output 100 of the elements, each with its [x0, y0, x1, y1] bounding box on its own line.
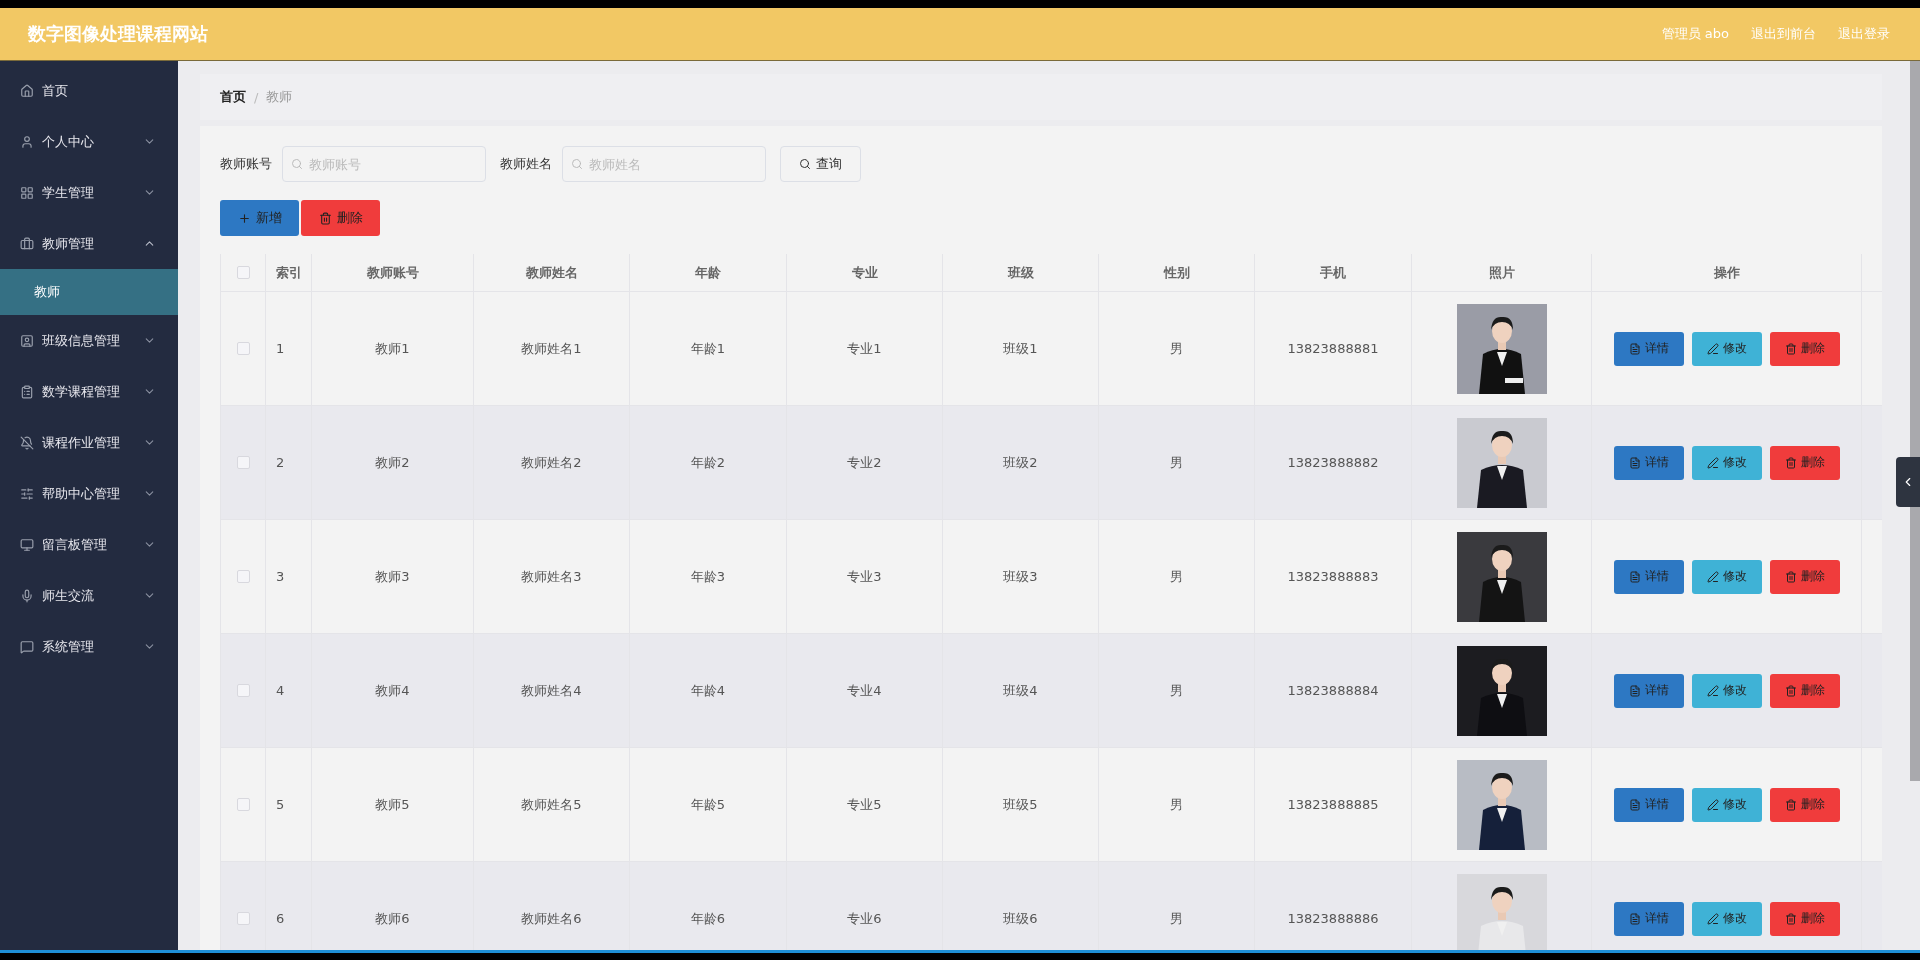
sidebar-item[interactable]: 留言板管理 [0, 519, 178, 570]
delete-button[interactable]: 删除 [1769, 787, 1840, 822]
pencil-icon [1706, 684, 1719, 697]
table-cell: 教师姓名6 [521, 909, 582, 928]
search-button[interactable]: 查询 [780, 146, 861, 182]
add-button[interactable]: 新增 [220, 200, 299, 236]
document-icon [1628, 456, 1641, 469]
table-cell: 6 [276, 911, 285, 926]
column-header: 年龄 [630, 254, 787, 291]
checkbox[interactable] [236, 684, 250, 697]
edit-button[interactable]: 修改 [1691, 445, 1762, 480]
table-cell: 班级6 [1003, 909, 1038, 928]
edit-button[interactable]: 修改 [1691, 901, 1762, 936]
table-cell: 教师4 [375, 681, 410, 700]
table-cell: 教师姓名4 [521, 681, 582, 700]
delete-button[interactable]: 删除 [1769, 445, 1840, 480]
table-cell: 教师姓名1 [521, 339, 582, 358]
table-cell: 13823888882 [1287, 455, 1379, 470]
column-header: 操作 [1592, 254, 1862, 291]
edit-button[interactable]: 修改 [1691, 673, 1762, 708]
trash-icon [1784, 798, 1797, 811]
table-cell: 13823888884 [1287, 683, 1379, 698]
table-cell: 班级4 [1003, 681, 1038, 700]
detail-button[interactable]: 详情 [1613, 901, 1684, 936]
detail-button[interactable]: 详情 [1613, 559, 1684, 594]
sidebar-item[interactable]: 首页 [0, 65, 178, 116]
checkbox[interactable] [236, 266, 250, 279]
column-header: 性别 [1099, 254, 1255, 291]
scrollbar[interactable] [1910, 61, 1920, 781]
delete-button[interactable]: 删除 [1769, 331, 1840, 366]
table-cell: 班级3 [1003, 567, 1038, 586]
table-cell: 年龄3 [690, 567, 726, 586]
table-cell: 教师6 [375, 909, 410, 928]
plus-icon [237, 211, 251, 225]
delete-button[interactable]: 删除 [1769, 673, 1840, 708]
edit-button[interactable]: 修改 [1691, 787, 1762, 822]
sidebar-subitem[interactable]: 教师 [0, 269, 178, 315]
edit-button[interactable]: 修改 [1691, 559, 1762, 594]
sidebar-item[interactable]: 数学课程管理 [0, 366, 178, 417]
sidebar-item[interactable]: 师生交流 [0, 570, 178, 621]
filter-label: 教师账号 [220, 155, 272, 173]
document-icon [1628, 342, 1641, 355]
table-cell: 13823888881 [1287, 341, 1379, 356]
monitor-icon [20, 537, 34, 552]
bell-off-icon [20, 435, 34, 450]
table-cell: 教师姓名5 [521, 795, 582, 814]
column-header: 索引 [266, 254, 312, 291]
trash-icon [1784, 456, 1797, 469]
detail-button[interactable]: 详情 [1613, 331, 1684, 366]
document-icon [1628, 798, 1641, 811]
drawer-handle[interactable] [1896, 457, 1920, 507]
table-cell: 男 [1170, 909, 1183, 928]
person-icon [20, 333, 34, 348]
search-icon [291, 158, 303, 170]
briefcase-icon [20, 236, 34, 251]
checkbox[interactable] [236, 912, 250, 925]
column-header: 班级 [943, 254, 1099, 291]
table-cell: 3 [276, 569, 285, 584]
trash-icon [1784, 912, 1797, 925]
search-icon [799, 158, 811, 170]
table-cell: 专业5 [847, 795, 882, 814]
detail-button[interactable]: 详情 [1613, 787, 1684, 822]
document-icon [1628, 684, 1641, 697]
sidebar-item[interactable]: 系统管理 [0, 621, 178, 672]
edit-button[interactable]: 修改 [1691, 331, 1762, 366]
checkbox[interactable] [236, 456, 250, 469]
breadcrumb-link[interactable]: 首页 [220, 88, 246, 106]
checkbox[interactable] [236, 798, 250, 811]
table-cell: 年龄6 [690, 909, 726, 928]
table-cell: 班级1 [1003, 339, 1038, 358]
table-cell: 教师5 [375, 795, 410, 814]
table-cell: 男 [1170, 453, 1183, 472]
table-cell: 年龄2 [690, 453, 726, 472]
table-cell: 教师2 [375, 453, 410, 472]
column-header: 专业 [787, 254, 943, 291]
sidebar-item[interactable]: 教师管理 [0, 218, 178, 269]
table-cell: 专业4 [847, 681, 882, 700]
checkbox[interactable] [236, 570, 250, 583]
sidebar-item[interactable]: 学生管理 [0, 167, 178, 218]
sidebar-item[interactable]: 帮助中心管理 [0, 468, 178, 519]
pencil-icon [1706, 798, 1719, 811]
delete-button[interactable]: 删除 [1769, 559, 1840, 594]
checkbox[interactable] [236, 342, 250, 355]
detail-button[interactable]: 详情 [1613, 673, 1684, 708]
sidebar-item[interactable]: 课程作业管理 [0, 417, 178, 468]
detail-button[interactable]: 详情 [1613, 445, 1684, 480]
sidebar-item[interactable]: 班级信息管理 [0, 315, 178, 366]
table-cell: 2 [276, 455, 285, 470]
table-cell: 年龄4 [690, 681, 726, 700]
table-cell: 男 [1170, 681, 1183, 700]
delete-button[interactable]: 删除 [301, 200, 380, 236]
delete-button[interactable]: 删除 [1769, 901, 1840, 936]
table-cell: 班级2 [1003, 453, 1038, 472]
column-header: 手机 [1255, 254, 1412, 291]
table-cell: 1 [276, 341, 285, 356]
sidebar-item[interactable]: 个人中心 [0, 116, 178, 167]
table-cell: 男 [1170, 795, 1183, 814]
table-cell: 年龄5 [690, 795, 726, 814]
column-header: 教师姓名 [474, 254, 630, 291]
trash-icon [1784, 342, 1797, 355]
